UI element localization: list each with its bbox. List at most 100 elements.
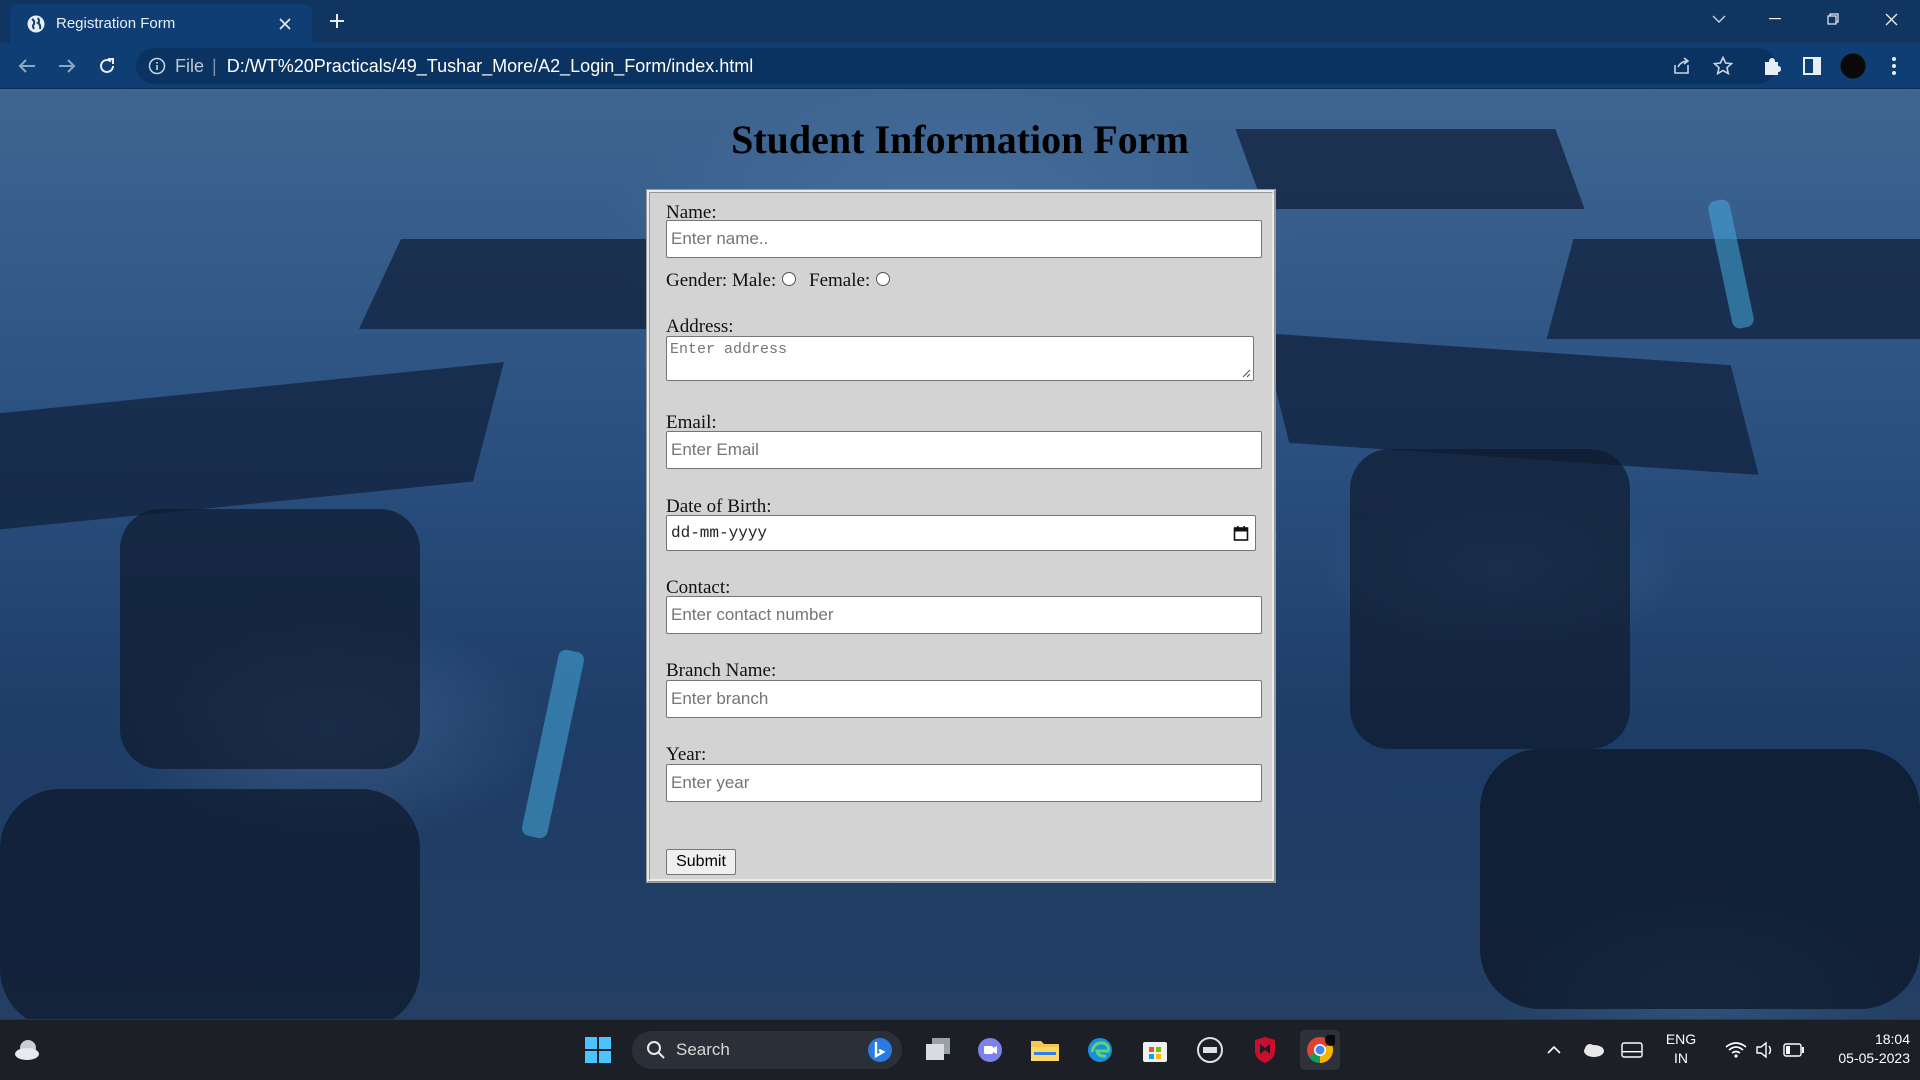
gender-row: Gender: Male: Female: bbox=[666, 270, 898, 292]
start-button[interactable] bbox=[578, 1030, 618, 1070]
restore-icon bbox=[1827, 13, 1839, 25]
menu-button[interactable] bbox=[1880, 52, 1908, 80]
female-label: Female: bbox=[809, 270, 871, 291]
file-explorer-button[interactable] bbox=[1025, 1030, 1065, 1070]
chevron-down-icon bbox=[1712, 15, 1726, 23]
dob-input[interactable]: dd-mm-yyyy bbox=[666, 515, 1256, 551]
reload-icon bbox=[100, 58, 114, 73]
minimize-button[interactable] bbox=[1752, 0, 1798, 38]
onedrive-icon bbox=[1584, 1044, 1604, 1057]
info-icon[interactable] bbox=[148, 57, 166, 75]
chrome-button[interactable] bbox=[1300, 1030, 1340, 1070]
globe-icon bbox=[27, 15, 45, 32]
avatar-icon bbox=[1839, 52, 1867, 80]
store-icon bbox=[1143, 1042, 1167, 1062]
url-text[interactable]: D:/WT%20Practicals/49_Tushar_More/A2_Log… bbox=[227, 56, 754, 77]
show-hidden-icons-button[interactable] bbox=[1534, 1030, 1574, 1070]
dell-app-button[interactable] bbox=[1190, 1030, 1230, 1070]
dob-placeholder: dd-mm-yyyy bbox=[671, 524, 768, 542]
time-label: 18:04 bbox=[1874, 1031, 1910, 1047]
weather-widget[interactable] bbox=[8, 1030, 48, 1070]
bookmark-button[interactable] bbox=[1709, 52, 1737, 80]
battery-icon bbox=[1783, 1043, 1804, 1057]
address-placeholder: Enter address bbox=[670, 341, 788, 358]
url-scheme: File bbox=[175, 55, 205, 76]
date-label: 05-05-2023 bbox=[1838, 1050, 1910, 1066]
year-input[interactable]: Enter year bbox=[666, 764, 1262, 802]
page-title: Student Information Form bbox=[731, 117, 1189, 162]
teams-chat-button[interactable] bbox=[970, 1030, 1010, 1070]
close-tab-icon[interactable] bbox=[270, 9, 300, 39]
cloud-icon bbox=[15, 1040, 39, 1060]
reload-button[interactable] bbox=[91, 50, 123, 82]
more-vertical-icon bbox=[1892, 57, 1896, 75]
address-textarea[interactable]: Enter address bbox=[666, 336, 1254, 381]
mcafee-button[interactable] bbox=[1245, 1030, 1285, 1070]
profile-avatar[interactable] bbox=[1839, 52, 1867, 80]
bing-icon[interactable] bbox=[866, 1036, 894, 1064]
branch-input[interactable]: Enter branch bbox=[666, 680, 1262, 718]
minimize-icon bbox=[1769, 18, 1781, 20]
tab-strip: Registration Form bbox=[0, 0, 1920, 43]
tab-search-button[interactable] bbox=[1696, 0, 1742, 38]
tab-title: Registration Form bbox=[56, 15, 176, 32]
name-input[interactable]: Enter name.. bbox=[666, 220, 1262, 258]
page-viewport: Student Information Form Name: Enter nam… bbox=[0, 89, 1920, 1019]
restore-button[interactable] bbox=[1810, 0, 1856, 38]
back-button[interactable] bbox=[11, 50, 43, 82]
contact-input[interactable]: Enter contact number bbox=[666, 596, 1262, 634]
url-separator: | bbox=[212, 55, 217, 76]
taskbar-search[interactable]: Search bbox=[632, 1031, 902, 1069]
store-button[interactable] bbox=[1135, 1030, 1175, 1070]
browser-toolbar: File | D:/WT%20Practicals/49_Tushar_More… bbox=[0, 43, 1920, 89]
extensions-button[interactable] bbox=[1758, 52, 1786, 80]
quick-settings-button[interactable] bbox=[1710, 1030, 1820, 1070]
language-indicator[interactable]: ENG IN bbox=[1663, 1030, 1699, 1068]
search-label: Search bbox=[676, 1040, 730, 1059]
male-label: Male: bbox=[731, 270, 777, 291]
volume-icon bbox=[1756, 1041, 1772, 1059]
address-bar[interactable]: File | D:/WT%20Practicals/49_Tushar_More… bbox=[136, 48, 1776, 84]
close-window-button[interactable] bbox=[1868, 0, 1914, 38]
star-icon bbox=[1713, 56, 1733, 76]
female-radio[interactable] bbox=[876, 271, 891, 286]
calendar-icon[interactable] bbox=[1233, 525, 1249, 541]
onedrive-button[interactable] bbox=[1573, 1030, 1613, 1070]
arrow-left-icon bbox=[18, 59, 35, 73]
edge-icon bbox=[1088, 1038, 1112, 1062]
share-button[interactable] bbox=[1668, 52, 1696, 80]
registration-form: Name: Enter name.. Gender: Male: Female:… bbox=[647, 190, 1275, 882]
folder-icon bbox=[1031, 1041, 1059, 1061]
task-view-icon bbox=[926, 1038, 950, 1060]
language-label: ENG bbox=[1665, 1031, 1697, 1047]
side-panel-icon bbox=[1803, 57, 1821, 75]
forward-button[interactable] bbox=[51, 50, 83, 82]
chat-icon bbox=[978, 1038, 1002, 1062]
email-input[interactable]: Enter Email bbox=[666, 431, 1262, 469]
keyboard-icon bbox=[1621, 1042, 1643, 1058]
edge-button[interactable] bbox=[1080, 1030, 1120, 1070]
male-radio[interactable] bbox=[782, 271, 797, 286]
side-panel-button[interactable] bbox=[1798, 52, 1826, 80]
share-icon bbox=[1674, 57, 1690, 74]
chrome-icon bbox=[1307, 1035, 1335, 1064]
resize-grip-icon[interactable] bbox=[1241, 368, 1251, 378]
plus-icon bbox=[330, 14, 344, 28]
year-label: Year: bbox=[666, 744, 707, 765]
submit-button[interactable]: Submit bbox=[666, 849, 736, 875]
new-tab-button[interactable] bbox=[322, 6, 352, 36]
browser-tab[interactable]: Registration Form bbox=[10, 4, 312, 43]
wifi-icon bbox=[1725, 1042, 1747, 1058]
region-label: IN bbox=[1674, 1050, 1688, 1066]
search-icon bbox=[647, 1041, 665, 1059]
task-view-button[interactable] bbox=[918, 1030, 958, 1070]
dell-icon bbox=[1197, 1037, 1223, 1063]
shield-icon bbox=[1255, 1037, 1275, 1063]
close-icon bbox=[1885, 13, 1897, 25]
touch-keyboard-button[interactable] bbox=[1612, 1030, 1652, 1070]
arrow-right-icon bbox=[59, 59, 76, 73]
gender-label: Gender: bbox=[666, 270, 728, 291]
branch-label: Branch Name: bbox=[666, 660, 777, 681]
clock[interactable]: 18:04 05-05-2023 bbox=[1810, 1030, 1910, 1068]
taskbar: Search ENG IN 18:04 05-05-2023 bbox=[0, 1019, 1920, 1080]
